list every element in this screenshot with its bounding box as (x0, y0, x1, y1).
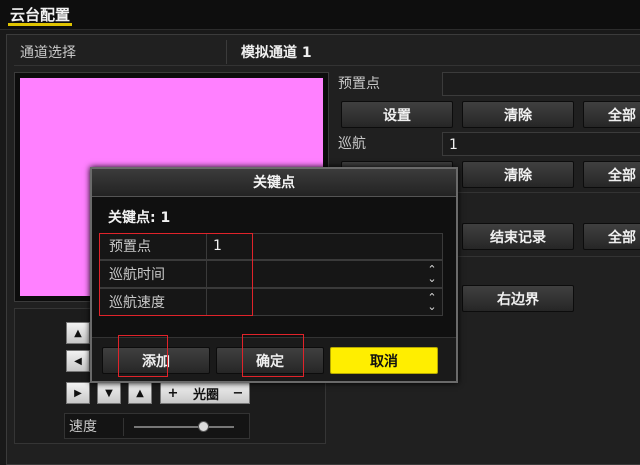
up-arrow-icon: ▲ (136, 387, 144, 399)
patrol-clear-all-button[interactable]: 全部 (583, 161, 640, 188)
keypoint-preset-value: 1 (213, 238, 222, 254)
ptz-down-left-button[interactable]: ▶ (66, 382, 90, 404)
channel-row: 通道选择 模拟通道 1 (14, 40, 640, 66)
pattern-stop-record-button[interactable]: 结束记录 (462, 223, 574, 250)
keypoint-preset-label: 预置点 (109, 239, 151, 255)
keypoint-row: 巡航速度 ⌃ ⌄ (99, 288, 443, 316)
patrol-speed-label: 巡航速度 (109, 295, 165, 311)
channel-value: 模拟通道 1 (241, 45, 312, 61)
keypoint-preset-input[interactable]: 1 (206, 234, 442, 259)
ptz-left-button[interactable]: ◀ (66, 350, 90, 372)
patrol-value: 1 (449, 137, 458, 153)
ok-button[interactable]: 确定 (216, 347, 324, 374)
patrol-clear-button[interactable]: 清除 (462, 161, 574, 188)
speed-slider[interactable] (123, 418, 241, 436)
pattern-row (442, 192, 640, 216)
speed-label: 速度 (69, 419, 97, 435)
channel-select[interactable]: 模拟通道 1 (226, 40, 640, 64)
speed-slider-thumb[interactable] (198, 421, 209, 432)
ptz-down-right-button[interactable]: ▲ (128, 382, 152, 404)
right-limit-button[interactable]: 右边界 (462, 285, 574, 312)
patrol-time-label: 巡航时间 (109, 267, 165, 283)
preset-set-button[interactable]: 设置 (341, 101, 453, 128)
keypoint-table: 预置点 1 巡航时间 ⌃ ⌄ 巡航速度 ⌃ ⌄ (99, 233, 443, 316)
limit-row (442, 256, 640, 280)
patrol-time-select[interactable]: ⌃ ⌄ (206, 261, 442, 287)
dialog-title: 关键点 (92, 169, 456, 197)
channel-label: 通道选择 (20, 45, 76, 61)
patrol-label: 巡航 (338, 136, 366, 152)
speed-row: 速度 (64, 413, 250, 439)
keypoint-dialog: 关键点 关键点: 1 预置点 1 巡航时间 ⌃ ⌄ 巡航速度 ⌃ ⌄ 添加 确定 取… (90, 167, 458, 383)
keypoint-label: 关键点: 1 (108, 210, 171, 226)
speed-slider-track (134, 426, 234, 428)
cancel-button[interactable]: 取消 (330, 347, 438, 374)
ptz-down-button[interactable]: ▼ (97, 382, 121, 404)
patrol-speed-select[interactable]: ⌃ ⌄ (206, 289, 442, 315)
preset-input[interactable] (442, 72, 640, 96)
patrol-select[interactable]: 1 (442, 132, 640, 156)
preset-clear-button[interactable]: 清除 (462, 101, 574, 128)
iris-minus-button[interactable]: − (227, 386, 249, 401)
ptz-up-left-button[interactable]: ▲ (66, 322, 90, 344)
iris-control: + 光圈 − (160, 382, 250, 404)
pattern-clear-all-button[interactable]: 全部 (583, 223, 640, 250)
add-button[interactable]: 添加 (102, 347, 210, 374)
up-left-arrow-icon: ▲ (74, 327, 82, 339)
page-title: 云台配置 (8, 6, 73, 26)
spinner-icon[interactable]: ⌃ ⌄ (427, 292, 437, 312)
title-bar: 云台配置 (0, 0, 640, 30)
preset-label: 预置点 (338, 76, 380, 92)
iris-label: 光圈 (192, 387, 219, 403)
preset-clear-all-button[interactable]: 全部 (583, 101, 640, 128)
down-left-arrow-icon: ▶ (74, 387, 82, 399)
keypoint-row: 巡航时间 ⌃ ⌄ (99, 260, 443, 288)
spinner-icon[interactable]: ⌃ ⌄ (427, 264, 437, 284)
keypoint-row: 预置点 1 (99, 233, 443, 260)
down-arrow-icon: ▼ (105, 387, 113, 399)
iris-plus-button[interactable]: + (161, 386, 185, 401)
left-arrow-icon: ◀ (74, 355, 82, 367)
